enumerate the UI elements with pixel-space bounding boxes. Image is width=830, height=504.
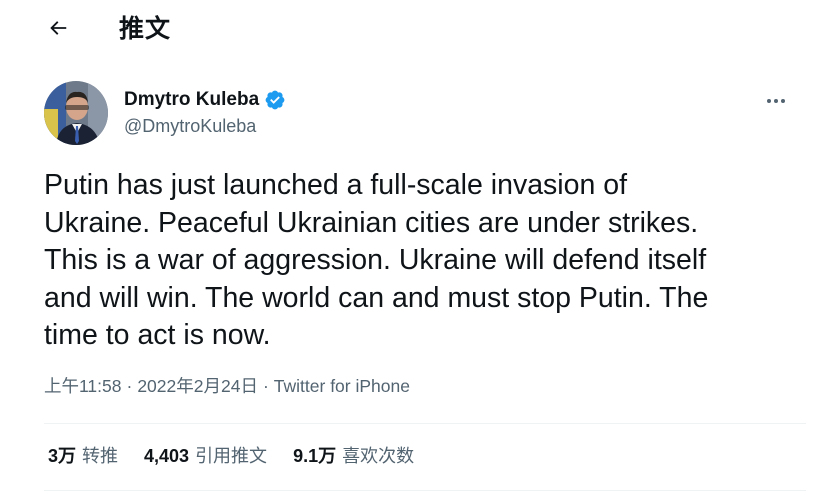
quotes-stat[interactable]: 4,403 引用推文	[144, 444, 267, 468]
more-horizontal-icon	[766, 91, 786, 109]
verified-badge-icon	[264, 89, 286, 111]
arrow-left-icon	[47, 17, 69, 44]
tweet-time[interactable]: 上午11:58	[44, 376, 122, 396]
back-button[interactable]	[38, 10, 78, 50]
quotes-label: 引用推文	[195, 446, 268, 466]
meta-separator: ·	[262, 376, 269, 396]
likes-stat[interactable]: 9.1万 喜欢次数	[293, 444, 414, 468]
retweets-label: 转推	[82, 446, 119, 466]
tweet-stats: 3万 转推 4,403 引用推文 9.1万 喜欢次数	[48, 444, 440, 468]
tweet-author: Dmytro Kuleba @DmytroKuleba	[44, 81, 810, 145]
more-options-button[interactable]	[758, 85, 794, 115]
retweets-count: 3万	[48, 446, 77, 466]
divider	[44, 423, 806, 424]
likes-count: 9.1万	[293, 446, 337, 466]
likes-label: 喜欢次数	[342, 446, 415, 466]
avatar[interactable]	[44, 81, 108, 145]
top-bar: 推文	[0, 0, 830, 60]
tweet-metadata: 上午11:58 · 2022年2月24日 · Twitter for iPhone	[44, 374, 410, 398]
divider	[44, 490, 806, 491]
tweet-date[interactable]: 2022年2月24日	[137, 376, 258, 396]
meta-separator: ·	[126, 376, 133, 396]
page-title: 推文	[119, 15, 172, 43]
tweet-source[interactable]: Twitter for iPhone	[274, 376, 410, 396]
display-name-link[interactable]: Dmytro Kuleba	[124, 89, 286, 111]
quotes-count: 4,403	[144, 446, 190, 466]
retweets-stat[interactable]: 3万 转推	[48, 444, 118, 468]
user-handle[interactable]: @DmytroKuleba	[124, 115, 256, 137]
tweet-text: Putin has just launched a full-scale inv…	[44, 169, 709, 351]
display-name: Dmytro Kuleba	[124, 89, 260, 110]
